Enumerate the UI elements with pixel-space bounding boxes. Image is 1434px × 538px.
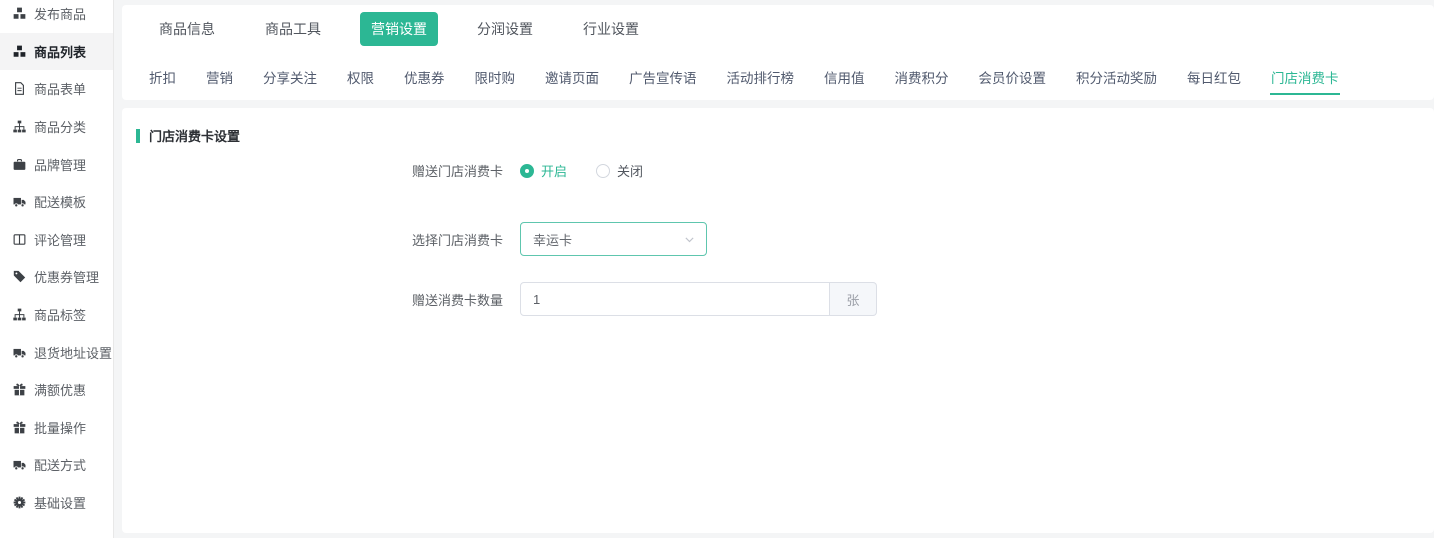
sidebar-item-label: 基础设置 xyxy=(34,493,86,512)
sidebar-item-label: 品牌管理 xyxy=(34,155,86,174)
sidebar-menu: 发布商品 商品列表 商品表单 商品分类 品牌管理 配送模板 评论管理 优惠券管 xyxy=(0,0,113,521)
truck-icon xyxy=(13,195,26,208)
cubes-icon xyxy=(13,45,26,58)
sidebar-item-label: 评论管理 xyxy=(34,230,86,249)
tab-product-tools[interactable]: 商品工具 xyxy=(265,19,321,39)
sidebar-item-brand-management[interactable]: 品牌管理 xyxy=(0,145,113,183)
sidebar-item-publish-product[interactable]: 发布商品 xyxy=(0,0,113,33)
primary-tab-bar: 商品信息 商品工具 营销设置 分润设置 行业设置 xyxy=(122,5,1434,53)
gift-icon xyxy=(13,383,26,396)
cubes-icon xyxy=(13,7,26,20)
briefcase-icon xyxy=(13,158,26,171)
tab-member-price-settings[interactable]: 会员价设置 xyxy=(978,59,1048,95)
section-title: 门店消费卡设置 xyxy=(149,126,240,145)
sidebar-item-shipping-template[interactable]: 配送模板 xyxy=(0,183,113,221)
sidebar-item-coupon-management[interactable]: 优惠券管理 xyxy=(0,258,113,296)
sidebar-item-batch-operations[interactable]: 批量操作 xyxy=(0,409,113,447)
tab-points-activity-reward[interactable]: 积分活动奖励 xyxy=(1075,59,1158,95)
give-card-label: 赠送门店消费卡 xyxy=(122,161,520,180)
tab-store-consumption-card[interactable]: 门店消费卡 xyxy=(1270,59,1340,95)
sidebar-item-label: 发布商品 xyxy=(34,4,86,23)
main-content: 商品信息 商品工具 营销设置 分润设置 行业设置 折扣 营销 分享关注 权限 优… xyxy=(122,5,1434,538)
tab-consumption-points[interactable]: 消费积分 xyxy=(894,59,950,95)
tab-marketing-settings[interactable]: 营销设置 xyxy=(360,12,438,46)
tab-flash-sale[interactable]: 限时购 xyxy=(474,59,517,95)
sitemap-icon xyxy=(13,308,26,321)
store-card-select-value: 幸运卡 xyxy=(533,230,683,249)
tab-credit-value[interactable]: 信用值 xyxy=(823,59,866,95)
tab-permissions[interactable]: 权限 xyxy=(346,59,375,95)
columns-icon xyxy=(13,233,26,246)
radio-option-off[interactable]: 关闭 xyxy=(596,161,643,180)
tabs-card: 商品信息 商品工具 营销设置 分润设置 行业设置 折扣 营销 分享关注 权限 优… xyxy=(122,5,1434,100)
sidebar-item-product-tags[interactable]: 商品标签 xyxy=(0,296,113,334)
tag-icon xyxy=(13,270,26,283)
sidebar-item-review-management[interactable]: 评论管理 xyxy=(0,221,113,259)
document-icon xyxy=(13,82,26,95)
radio-on-label: 开启 xyxy=(541,161,567,180)
store-card-select[interactable]: 幸运卡 xyxy=(520,222,707,256)
sidebar-item-label: 优惠券管理 xyxy=(34,267,99,286)
tab-daily-red-packet[interactable]: 每日红包 xyxy=(1186,59,1242,95)
sidebar-item-label: 商品分类 xyxy=(34,117,86,136)
sidebar-item-label: 配送模板 xyxy=(34,192,86,211)
sidebar-item-label: 商品表单 xyxy=(34,79,86,98)
section-header: 门店消费卡设置 xyxy=(136,126,1434,145)
tab-coupon[interactable]: 优惠券 xyxy=(403,59,446,95)
settings-form: 赠送门店消费卡 开启 关闭 选择门店消费卡 幸运卡 xyxy=(122,161,1434,316)
sidebar-item-return-address-settings[interactable]: 退货地址设置 xyxy=(0,333,113,371)
tab-industry-settings[interactable]: 行业设置 xyxy=(583,19,639,39)
quantity-input[interactable] xyxy=(520,282,830,316)
sidebar: 发布商品 商品列表 商品表单 商品分类 品牌管理 配送模板 评论管理 优惠券管 xyxy=(0,0,114,538)
form-row-quantity: 赠送消费卡数量 张 xyxy=(122,282,1434,316)
sidebar-item-product-list[interactable]: 商品列表 xyxy=(0,33,113,71)
radio-option-on[interactable]: 开启 xyxy=(520,161,567,180)
chevron-down-icon xyxy=(683,233,696,246)
radio-on-circle[interactable] xyxy=(520,164,534,178)
store-card-settings-panel: 门店消费卡设置 赠送门店消费卡 开启 关闭 选择 xyxy=(122,108,1434,533)
sidebar-item-label: 商品列表 xyxy=(34,42,86,61)
gift-icon xyxy=(13,421,26,434)
secondary-tab-bar: 折扣 营销 分享关注 权限 优惠券 限时购 邀请页面 广告宣传语 活动排行榜 信… xyxy=(122,53,1434,100)
sidebar-item-label: 商品标签 xyxy=(34,305,86,324)
radio-off-circle[interactable] xyxy=(596,164,610,178)
select-card-label: 选择门店消费卡 xyxy=(122,230,520,249)
tab-marketing[interactable]: 营销 xyxy=(205,59,234,95)
give-card-radio-group: 开启 关闭 xyxy=(520,161,643,180)
sidebar-item-full-discount[interactable]: 满额优惠 xyxy=(0,371,113,409)
sidebar-item-product-category[interactable]: 商品分类 xyxy=(0,108,113,146)
sidebar-item-product-form[interactable]: 商品表单 xyxy=(0,70,113,108)
tab-ad-slogan[interactable]: 广告宣传语 xyxy=(628,59,698,95)
sidebar-item-shipping-method[interactable]: 配送方式 xyxy=(0,446,113,484)
tab-product-info[interactable]: 商品信息 xyxy=(159,19,215,39)
tab-share-follow[interactable]: 分享关注 xyxy=(262,59,318,95)
sidebar-item-label: 满额优惠 xyxy=(34,380,86,399)
quantity-input-group: 张 xyxy=(520,282,877,316)
tab-invite-page[interactable]: 邀请页面 xyxy=(544,59,600,95)
form-row-select-card: 选择门店消费卡 幸运卡 xyxy=(122,222,1434,256)
section-accent-bar xyxy=(136,129,140,143)
truck-icon xyxy=(13,458,26,471)
quantity-label: 赠送消费卡数量 xyxy=(122,290,520,309)
tab-profit-sharing-settings[interactable]: 分润设置 xyxy=(477,19,533,39)
form-row-give-card: 赠送门店消费卡 开启 关闭 xyxy=(122,161,1434,180)
sitemap-icon xyxy=(13,120,26,133)
quantity-unit-addon: 张 xyxy=(830,282,877,316)
tab-discount[interactable]: 折扣 xyxy=(148,59,177,95)
gear-icon xyxy=(13,496,26,509)
sidebar-item-basic-settings[interactable]: 基础设置 xyxy=(0,484,113,522)
radio-off-label: 关闭 xyxy=(617,161,643,180)
truck-icon xyxy=(13,346,26,359)
sidebar-item-label: 退货地址设置 xyxy=(34,343,112,362)
sidebar-item-label: 配送方式 xyxy=(34,455,86,474)
tab-activity-ranking[interactable]: 活动排行榜 xyxy=(726,59,796,95)
sidebar-item-label: 批量操作 xyxy=(34,418,86,437)
